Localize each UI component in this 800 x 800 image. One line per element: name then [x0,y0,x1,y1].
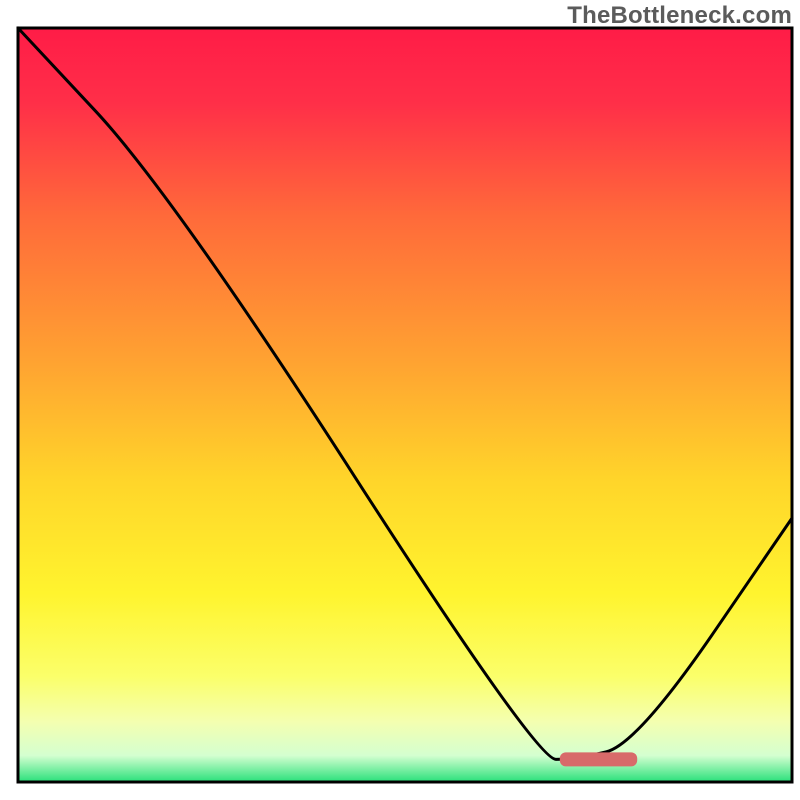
bottleneck-chart [0,0,800,800]
plot-background [18,28,792,782]
watermark-text: TheBottleneck.com [567,2,792,30]
chart-frame: TheBottleneck.com [0,0,800,800]
optimal-range-bar [560,752,637,766]
